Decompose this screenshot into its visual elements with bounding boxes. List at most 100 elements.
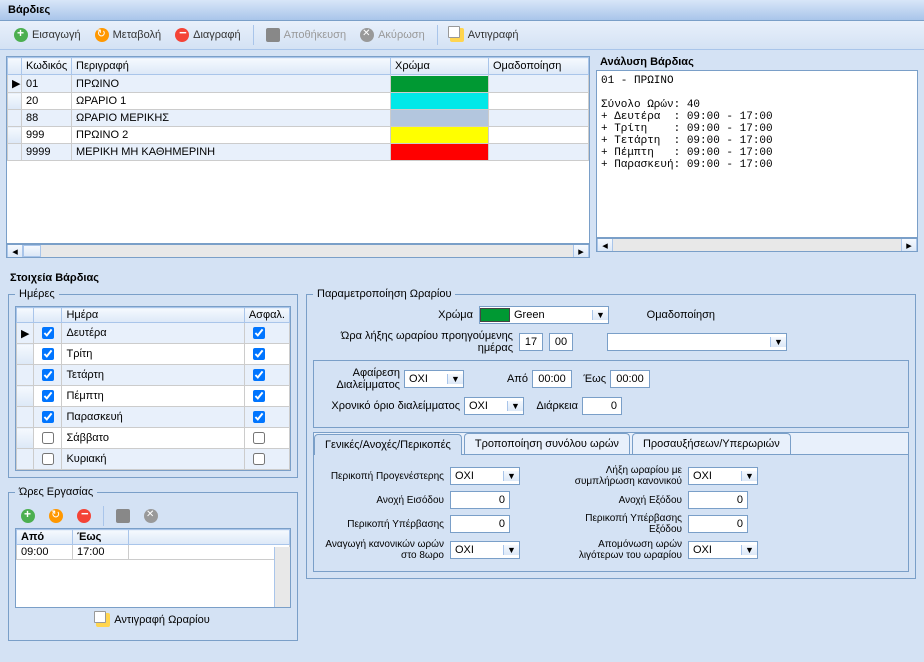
cell-enabled[interactable]: [34, 344, 62, 365]
scroll-thumb[interactable]: [23, 245, 41, 257]
table-row[interactable]: Κυριακή: [17, 449, 290, 470]
day-insur-checkbox[interactable]: [253, 369, 265, 381]
color-combo[interactable]: Green ▼: [479, 306, 609, 324]
reduce-normal-combo[interactable]: ΟΧΙ▼: [450, 541, 520, 559]
day-enabled-checkbox[interactable]: [42, 348, 54, 360]
cut-over-input[interactable]: [450, 515, 510, 533]
day-enabled-checkbox[interactable]: [42, 411, 54, 423]
hours-vscrollbar[interactable]: [274, 547, 290, 607]
cell-enabled[interactable]: [34, 449, 62, 470]
day-enabled-checkbox[interactable]: [42, 369, 54, 381]
chevron-down-icon[interactable]: ▼: [741, 545, 757, 555]
group-combo[interactable]: ▼: [607, 333, 787, 351]
table-row[interactable]: ▶ Δευτέρα: [17, 323, 290, 344]
col-day[interactable]: Ημέρα: [62, 308, 244, 323]
hours-grid[interactable]: Από Έως 09:0017:00: [15, 528, 291, 608]
end-fill-combo[interactable]: ΟΧΙ▼: [688, 467, 758, 485]
table-row[interactable]: Παρασκευή: [17, 407, 290, 428]
cut-earlier-combo[interactable]: ΟΧΙ▼: [450, 467, 520, 485]
hours-delete-button[interactable]: [71, 506, 97, 526]
cell-insur[interactable]: [244, 323, 289, 344]
col-code[interactable]: Κωδικός: [22, 58, 72, 75]
day-insur-checkbox[interactable]: [253, 327, 265, 339]
table-row[interactable]: Τετάρτη: [17, 365, 290, 386]
col-to[interactable]: Έως: [73, 530, 129, 545]
prev-day-hour-input[interactable]: [519, 333, 543, 351]
cell-insur[interactable]: [244, 407, 289, 428]
tab-general[interactable]: Γενικές/Ανοχές/Περικοπές: [314, 434, 462, 455]
scroll-right-icon[interactable]: ▸: [901, 239, 917, 251]
cell-insur[interactable]: [244, 365, 289, 386]
hours-refresh-button[interactable]: [43, 506, 69, 526]
day-insur-checkbox[interactable]: [253, 453, 265, 465]
tol-in-input[interactable]: [450, 491, 510, 509]
hours-add-button[interactable]: [15, 506, 41, 526]
chevron-down-icon[interactable]: ▼: [503, 545, 519, 555]
chevron-down-icon[interactable]: ▼: [503, 471, 519, 481]
scroll-right-icon[interactable]: ▸: [573, 245, 589, 257]
col-color[interactable]: Χρώμα: [391, 58, 489, 75]
prev-day-min-input[interactable]: [549, 333, 573, 351]
cell-insur[interactable]: [244, 428, 289, 449]
day-insur-checkbox[interactable]: [253, 390, 265, 402]
tab-overtime[interactable]: Προσαυξήσεων/Υπερωριών: [632, 433, 791, 454]
day-insur-checkbox[interactable]: [253, 348, 265, 360]
grid-hscrollbar[interactable]: ◂ ▸: [6, 244, 590, 258]
table-row[interactable]: Σάββατο: [17, 428, 290, 449]
copy-button[interactable]: Αντιγραφή: [444, 25, 525, 45]
chevron-down-icon[interactable]: ▼: [770, 337, 786, 347]
cut-over-exit-input[interactable]: [688, 515, 748, 533]
hours-cancel-button: [138, 506, 164, 526]
table-row[interactable]: ▶ 01 ΠΡΩΙΝΟ: [8, 75, 589, 93]
table-row[interactable]: 88 ΩΡΑΡΙΟ ΜΕΡΙΚΗΣ: [8, 110, 589, 127]
day-insur-checkbox[interactable]: [253, 432, 265, 444]
days-grid[interactable]: Ημέρα Ασφαλ. ▶ Δευτέρα Τρίτη Τετάρτη Πέμ…: [15, 306, 291, 471]
col-group[interactable]: Ομαδοποίηση: [489, 58, 589, 75]
day-enabled-checkbox[interactable]: [42, 390, 54, 402]
cell-enabled[interactable]: [34, 386, 62, 407]
cell-enabled[interactable]: [34, 428, 62, 449]
tol-in-label: Ανοχή Εισόδου: [324, 495, 444, 506]
cell-enabled[interactable]: [34, 407, 62, 428]
table-row[interactable]: 20 ΩΡΑΡΙΟ 1: [8, 93, 589, 110]
col-from[interactable]: Από: [17, 530, 73, 545]
scroll-left-icon[interactable]: ◂: [7, 245, 23, 257]
cell-insur[interactable]: [244, 449, 289, 470]
day-enabled-checkbox[interactable]: [42, 453, 54, 465]
tab-total-hours[interactable]: Τροποποίηση συνόλου ωρών: [464, 433, 630, 454]
col-insur[interactable]: Ασφαλ.: [244, 308, 289, 323]
delete-button[interactable]: Διαγραφή: [169, 25, 247, 45]
table-row[interactable]: Τρίτη: [17, 344, 290, 365]
analysis-content: 01 - ΠΡΩΙΝΟ Σύνολο Ωρών: 40 + Δευτέρα : …: [596, 70, 918, 238]
break-to-input[interactable]: [610, 370, 650, 388]
reduce-normal-label: Αναγωγή κανονικών ωρών στο 8ωρο: [324, 539, 444, 561]
cell-insur[interactable]: [244, 386, 289, 407]
day-enabled-checkbox[interactable]: [42, 327, 54, 339]
insert-button[interactable]: Εισαγωγή: [8, 25, 87, 45]
day-enabled-checkbox[interactable]: [42, 432, 54, 444]
cell-insur[interactable]: [244, 344, 289, 365]
duration-input[interactable]: [582, 397, 622, 415]
chevron-down-icon[interactable]: ▼: [447, 374, 463, 384]
table-row[interactable]: Πέμπτη: [17, 386, 290, 407]
tol-out-input[interactable]: [688, 491, 748, 509]
break-limit-combo[interactable]: ΟΧΙ▼: [464, 397, 524, 415]
day-insur-checkbox[interactable]: [253, 411, 265, 423]
cell-enabled[interactable]: [34, 323, 62, 344]
copy-hours-button[interactable]: Αντιγραφή Ωραρίου: [90, 612, 216, 628]
cell-enabled[interactable]: [34, 365, 62, 386]
chevron-down-icon[interactable]: ▼: [741, 471, 757, 481]
col-desc[interactable]: Περιγραφή: [72, 58, 391, 75]
chevron-down-icon[interactable]: ▼: [507, 401, 523, 411]
table-row[interactable]: 999 ΠΡΩΙΝΟ 2: [8, 127, 589, 144]
table-row[interactable]: 09:0017:00: [17, 545, 290, 560]
chevron-down-icon[interactable]: ▼: [592, 310, 608, 320]
modify-button[interactable]: Μεταβολή: [89, 25, 167, 45]
break-sub-combo[interactable]: ΟΧΙ▼: [404, 370, 464, 388]
scroll-left-icon[interactable]: ◂: [597, 239, 613, 251]
table-row[interactable]: 9999 ΜΕΡΙΚΗ ΜΗ ΚΑΘΗΜΕΡΙΝΗ: [8, 144, 589, 161]
isolate-less-combo[interactable]: ΟΧΙ▼: [688, 541, 758, 559]
analysis-hscrollbar[interactable]: ◂ ▸: [596, 238, 918, 252]
shifts-grid[interactable]: Κωδικός Περιγραφή Χρώμα Ομαδοποίηση ▶ 01…: [6, 56, 590, 244]
break-from-input[interactable]: [532, 370, 572, 388]
